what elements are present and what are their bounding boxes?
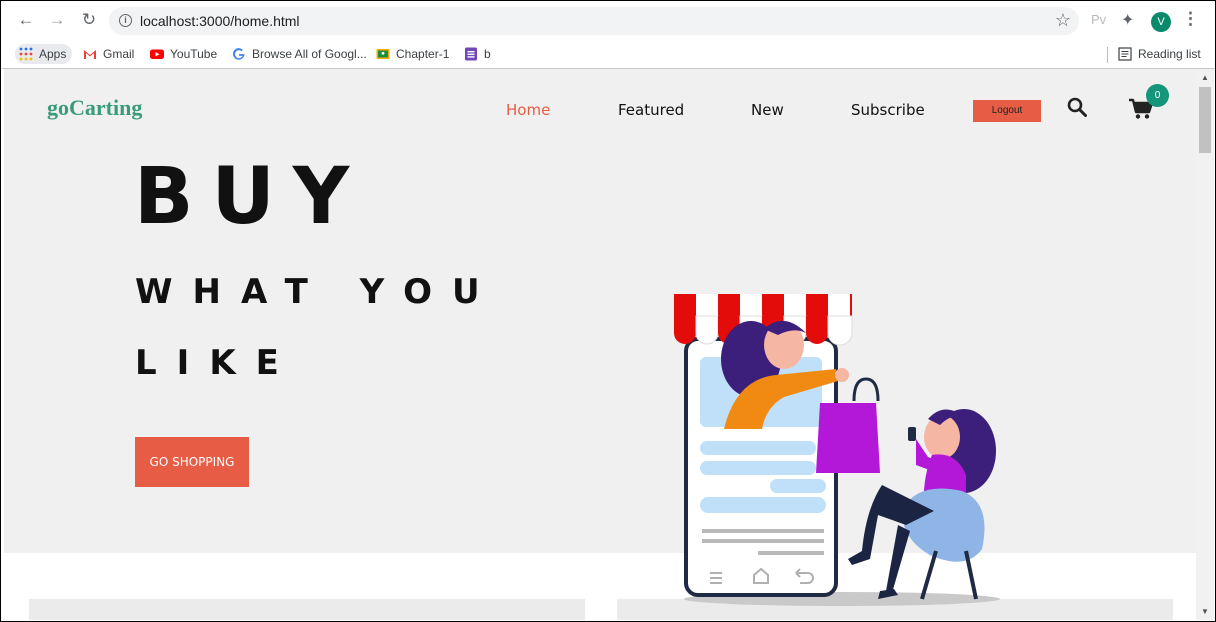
forms-icon [465,47,477,61]
bookmark-label: Apps [39,47,67,61]
youtube-icon [150,49,164,59]
scrollbar-thumb[interactable] [1199,87,1211,153]
scroll-down-arrow-icon[interactable]: ▼ [1201,607,1209,616]
nav-new[interactable]: New [751,101,784,119]
search-icon[interactable] [1067,97,1087,117]
bookmark-apps[interactable]: Apps [15,44,73,64]
apps-grid-icon [19,47,33,61]
nav-featured[interactable]: Featured [618,101,684,119]
classroom-icon [376,49,390,59]
back-arrow-icon[interactable]: ← [15,9,37,31]
reading-list-button[interactable]: Reading list [1118,44,1201,64]
address-bar[interactable]: i localhost:3000/home.html ☆ [109,7,1079,35]
shopping-illustration [674,294,1000,606]
nav-home[interactable]: Home [506,101,550,119]
forward-arrow-icon[interactable]: → [46,9,68,31]
star-icon[interactable]: ☆ [1055,10,1071,31]
page-viewport: goCarting Home Featured New Subscribe Lo… [4,69,1196,620]
logout-button[interactable]: Logout [973,100,1041,122]
bookmark-label: Browse All of Googl... [252,47,367,61]
go-shopping-button[interactable]: GO SHOPPING [135,437,249,487]
profile-avatar[interactable]: V [1151,12,1171,32]
product-card-left [29,599,585,620]
google-icon [232,48,245,60]
extension-pv-icon[interactable]: Pv [1091,12,1106,27]
gmail-icon [84,50,96,59]
site-logo[interactable]: goCarting [47,95,142,121]
bookmark-label: b [484,47,491,61]
hero-headline-buy: BUY [134,152,368,242]
bookmark-gmail[interactable]: Gmail [83,44,134,64]
bookmark-youtube[interactable]: YouTube [150,44,217,64]
hero-headline-like: LIKE [135,343,299,383]
reload-icon[interactable]: ↻ [78,9,100,31]
browser-toolbar: ← → ↻ i localhost:3000/home.html ☆ Pv ✦ … [1,1,1215,39]
hero-headline-what-you: WHAT YOU [135,272,500,312]
reading-list-icon [1118,47,1132,61]
menu-dots-icon[interactable]: ⋮ [1182,9,1199,29]
bookmark-label: Chapter-1 [396,47,450,61]
puzzle-icon[interactable]: ✦ [1121,10,1134,30]
bookmark-chapter-1[interactable]: Chapter-1 [376,44,449,64]
page-scrollbar[interactable]: ▲ ▼ [1196,69,1214,620]
nav-subscribe[interactable]: Subscribe [851,101,925,119]
reading-list-label: Reading list [1138,47,1201,61]
bookmark-b[interactable]: b [464,44,491,64]
info-icon[interactable]: i [119,14,132,27]
cart-count-badge: 0 [1146,84,1169,107]
scroll-up-arrow-icon[interactable]: ▲ [1201,73,1209,82]
bookmarks-bar: Apps Gmail YouTube Browse All of Googl..… [1,39,1215,69]
bookmark-label: YouTube [170,47,218,61]
bookmark-google[interactable]: Browse All of Googl... [232,44,367,64]
url-text[interactable]: localhost:3000/home.html [140,13,300,29]
bookmark-label: Gmail [103,47,135,61]
bookmarks-divider [1107,47,1108,63]
